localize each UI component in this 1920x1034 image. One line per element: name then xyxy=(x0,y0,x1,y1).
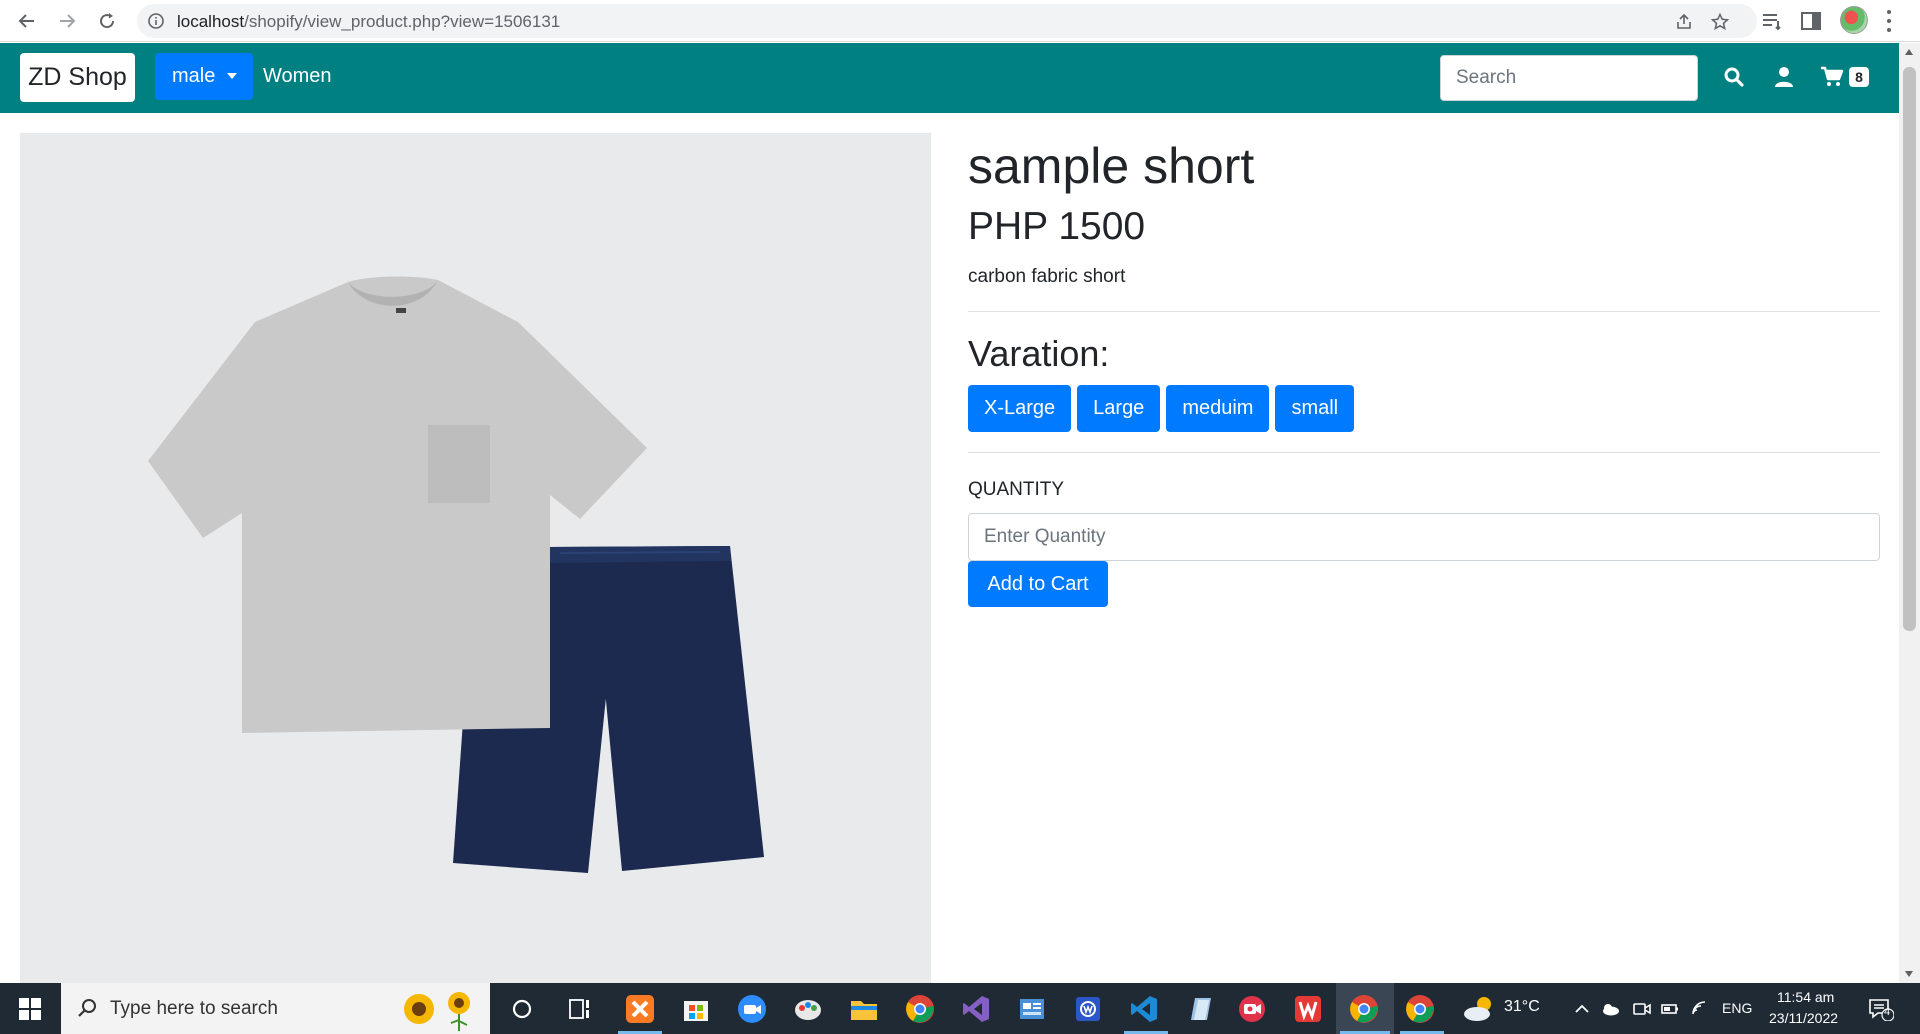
address-bar[interactable]: localhost/shopify/view_product.php?view=… xyxy=(137,4,1757,38)
share-icon[interactable] xyxy=(1675,13,1693,31)
product-image xyxy=(20,133,931,983)
search-icon[interactable] xyxy=(1722,65,1746,89)
chrome-icon[interactable] xyxy=(904,993,936,1025)
scrollbar-thumb[interactable] xyxy=(1903,67,1916,631)
onedrive-icon[interactable] xyxy=(1600,999,1620,1019)
caret-down-icon xyxy=(227,73,237,79)
variation-button-small[interactable]: small xyxy=(1275,385,1355,432)
brand-logo[interactable]: ZD Shop xyxy=(20,53,135,102)
product-price: PHP 1500 xyxy=(968,205,1146,248)
browser-menu-icon[interactable] xyxy=(1886,10,1892,32)
cortana-icon[interactable] xyxy=(506,993,538,1025)
browser-toolbar: localhost/shopify/view_product.php?view=… xyxy=(0,0,1920,42)
sunflower-icon xyxy=(404,992,470,1031)
chevron-up-icon[interactable] xyxy=(1572,999,1592,1019)
battery-icon[interactable] xyxy=(1660,999,1680,1019)
url-text: localhost/shopify/view_product.php?view=… xyxy=(177,12,560,32)
input-language[interactable]: ENG xyxy=(1722,1000,1752,1016)
paint-icon[interactable] xyxy=(792,993,824,1025)
back-button[interactable] xyxy=(12,6,42,36)
wifi-icon[interactable] xyxy=(1690,999,1710,1019)
variation-button-large[interactable]: Large xyxy=(1077,385,1161,432)
tshirt-and-shorts-illustration xyxy=(148,276,764,873)
cart-icon[interactable] xyxy=(1820,65,1844,89)
product-title: sample short xyxy=(968,138,1255,194)
task-view-icon[interactable] xyxy=(564,993,596,1025)
quantity-label: QUANTITY xyxy=(968,479,1065,500)
meet-now-icon[interactable] xyxy=(1632,999,1652,1019)
windows-logo-icon xyxy=(19,997,41,1020)
url-host: localhost xyxy=(177,12,245,31)
control-panel-icon[interactable] xyxy=(1016,993,1048,1025)
male-dropdown[interactable]: male xyxy=(155,53,253,100)
notification-count: 4 xyxy=(1884,1006,1891,1018)
quantity-input[interactable] xyxy=(968,513,1880,561)
vscode-icon[interactable] xyxy=(1128,993,1160,1025)
back-arrow-icon xyxy=(18,14,34,28)
url-path: /shopify/view_product.php?view=1506131 xyxy=(244,12,561,31)
variation-button-medium[interactable]: meduim xyxy=(1166,385,1270,432)
screen-recorder-icon[interactable] xyxy=(1236,993,1268,1025)
windows-taskbar: Type here to search 31°C ENG 11:54 am 23… xyxy=(0,983,1920,1034)
search-icon xyxy=(78,999,96,1017)
add-to-cart-button[interactable]: Add to Cart xyxy=(968,561,1108,607)
start-button[interactable] xyxy=(0,983,60,1034)
male-dropdown-label: male xyxy=(172,65,216,87)
wps-office-icon[interactable] xyxy=(1292,993,1324,1025)
scroll-up-arrow-icon[interactable] xyxy=(1905,49,1913,55)
page-scrollbar[interactable] xyxy=(1899,43,1920,983)
profile-avatar[interactable] xyxy=(1840,6,1868,34)
search-input[interactable] xyxy=(1440,55,1698,101)
scroll-down-arrow-icon[interactable] xyxy=(1905,971,1913,977)
divider xyxy=(968,311,1880,312)
taskbar-search-box[interactable]: Type here to search xyxy=(61,983,490,1034)
women-link[interactable]: Women xyxy=(263,65,332,88)
chrome-icon[interactable] xyxy=(1404,993,1436,1025)
weather-icon[interactable] xyxy=(1462,995,1496,1023)
zoom-icon[interactable] xyxy=(736,993,768,1025)
reading-list-icon[interactable] xyxy=(1761,10,1783,32)
variation-options: X-Large Large meduim small xyxy=(968,385,1355,432)
site-info-icon[interactable] xyxy=(147,12,165,30)
user-icon[interactable] xyxy=(1772,65,1796,89)
variation-heading: Varation: xyxy=(968,333,1110,374)
cart-count-badge: 8 xyxy=(1849,67,1869,87)
file-explorer-icon[interactable] xyxy=(848,993,880,1025)
forward-arrow-icon xyxy=(60,14,76,28)
clock-date[interactable]: 23/11/2022 xyxy=(1769,1010,1838,1026)
side-panel-icon[interactable] xyxy=(1800,10,1822,32)
visual-studio-icon[interactable] xyxy=(960,993,992,1025)
divider xyxy=(968,452,1880,453)
reload-button[interactable] xyxy=(92,6,122,36)
weather-temperature[interactable]: 31°C xyxy=(1504,998,1540,1016)
variation-button-xlarge[interactable]: X-Large xyxy=(968,385,1072,432)
microsoft-store-icon[interactable] xyxy=(680,993,712,1025)
clock-time[interactable]: 11:54 am xyxy=(1777,989,1834,1005)
forward-button[interactable] xyxy=(52,6,82,36)
product-description: carbon fabric short xyxy=(968,266,1126,287)
wireless-display-icon[interactable] xyxy=(1072,993,1104,1025)
site-navbar: ZD Shop male Women 8 xyxy=(0,43,1899,113)
chrome-icon[interactable] xyxy=(1348,993,1380,1025)
taskbar-search-text: Type here to search xyxy=(110,998,278,1019)
xampp-icon[interactable] xyxy=(624,993,656,1025)
bookmark-star-icon[interactable] xyxy=(1711,13,1729,31)
notes-app-icon[interactable] xyxy=(1184,993,1216,1025)
reload-icon xyxy=(100,13,115,29)
